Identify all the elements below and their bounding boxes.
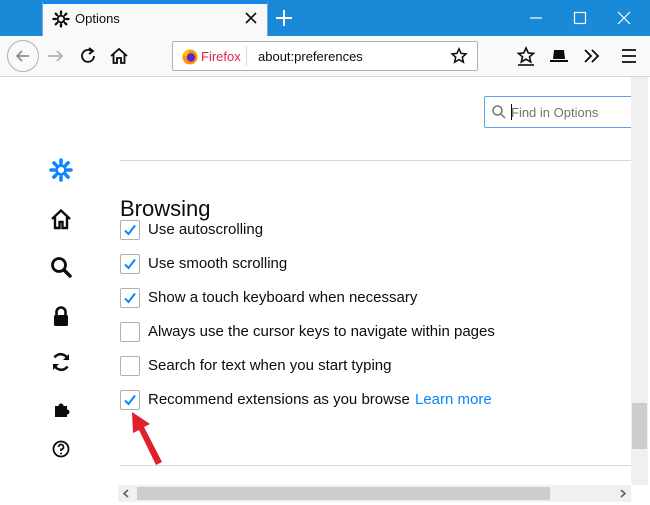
option-label: Use autoscrolling	[148, 221, 264, 238]
option-label: Search for text when you start typing	[148, 357, 392, 374]
checkbox[interactable]	[120, 288, 140, 308]
forward-arrow-icon[interactable]	[44, 44, 68, 68]
divider-top	[120, 160, 631, 161]
section-title: Browsing	[120, 196, 211, 222]
identity-label: Firefox	[201, 49, 241, 64]
checkmark-icon	[124, 258, 136, 270]
url-divider	[246, 46, 247, 66]
horizontal-scrollbar[interactable]	[118, 485, 631, 502]
checkbox[interactable]	[120, 356, 140, 376]
checkmark-icon	[124, 394, 136, 406]
search-icon	[492, 105, 506, 119]
learn-more-link[interactable]: Learn more	[415, 391, 492, 408]
checkbox[interactable]	[120, 220, 140, 240]
maximize-button[interactable]	[572, 10, 588, 26]
vertical-scrollbar[interactable]	[631, 77, 648, 485]
checkbox[interactable]	[120, 254, 140, 274]
reload-icon[interactable]	[76, 44, 100, 68]
navigation-toolbar: Firefox about:preferences	[0, 36, 650, 77]
menu-icon[interactable]	[617, 44, 641, 68]
puzzle-icon[interactable]	[49, 397, 73, 421]
option-label: Use smooth scrolling	[148, 255, 288, 272]
close-window-button[interactable]	[616, 10, 632, 26]
home-icon[interactable]	[49, 207, 73, 231]
sidebar-toggle-icon[interactable]	[547, 44, 571, 68]
option-label: Recommend extensions as you browse	[148, 391, 410, 408]
annotation-arrow-icon	[132, 412, 162, 465]
url-bar[interactable]: Firefox about:preferences	[172, 41, 478, 71]
firefox-icon	[182, 49, 198, 65]
search-input[interactable]	[511, 103, 631, 121]
close-icon[interactable]	[243, 10, 259, 26]
checkbox[interactable]	[120, 322, 140, 342]
gear-icon	[52, 10, 70, 28]
scroll-right-icon[interactable]	[618, 489, 627, 498]
horizontal-scrollbar-thumb[interactable]	[137, 487, 550, 500]
help-icon[interactable]	[49, 437, 73, 461]
title-bar: Options	[0, 0, 650, 36]
back-arrow-icon	[15, 50, 29, 62]
checkmark-icon	[124, 292, 136, 304]
divider-bottom	[120, 465, 631, 466]
overflow-chevron-icon[interactable]	[580, 44, 604, 68]
minimize-button[interactable]	[528, 10, 544, 26]
gear-icon[interactable]	[49, 158, 73, 182]
scroll-left-icon[interactable]	[122, 489, 131, 498]
back-button[interactable]	[7, 40, 39, 72]
lock-icon[interactable]	[49, 304, 73, 328]
text-caret	[511, 104, 512, 120]
option-label: Show a touch keyboard when necessary	[148, 289, 418, 306]
vertical-scrollbar-thumb[interactable]	[632, 403, 647, 449]
sync-icon[interactable]	[49, 350, 73, 374]
library-icon[interactable]	[514, 44, 538, 68]
search-icon[interactable]	[49, 255, 73, 279]
tab-title: Options	[75, 11, 120, 26]
home-icon[interactable]	[107, 44, 131, 68]
find-in-options-box[interactable]	[484, 96, 644, 128]
url-text[interactable]: about:preferences	[258, 49, 363, 64]
new-tab-button[interactable]	[274, 8, 294, 28]
bookmark-star-icon[interactable]	[450, 47, 468, 65]
preferences-sidebar	[0, 77, 112, 485]
tab-active-indicator	[43, 2, 267, 4]
tab-options[interactable]: Options	[42, 2, 268, 36]
checkmark-icon	[124, 224, 136, 236]
option-label: Always use the cursor keys to navigate w…	[148, 323, 495, 340]
checkbox[interactable]	[120, 390, 140, 410]
